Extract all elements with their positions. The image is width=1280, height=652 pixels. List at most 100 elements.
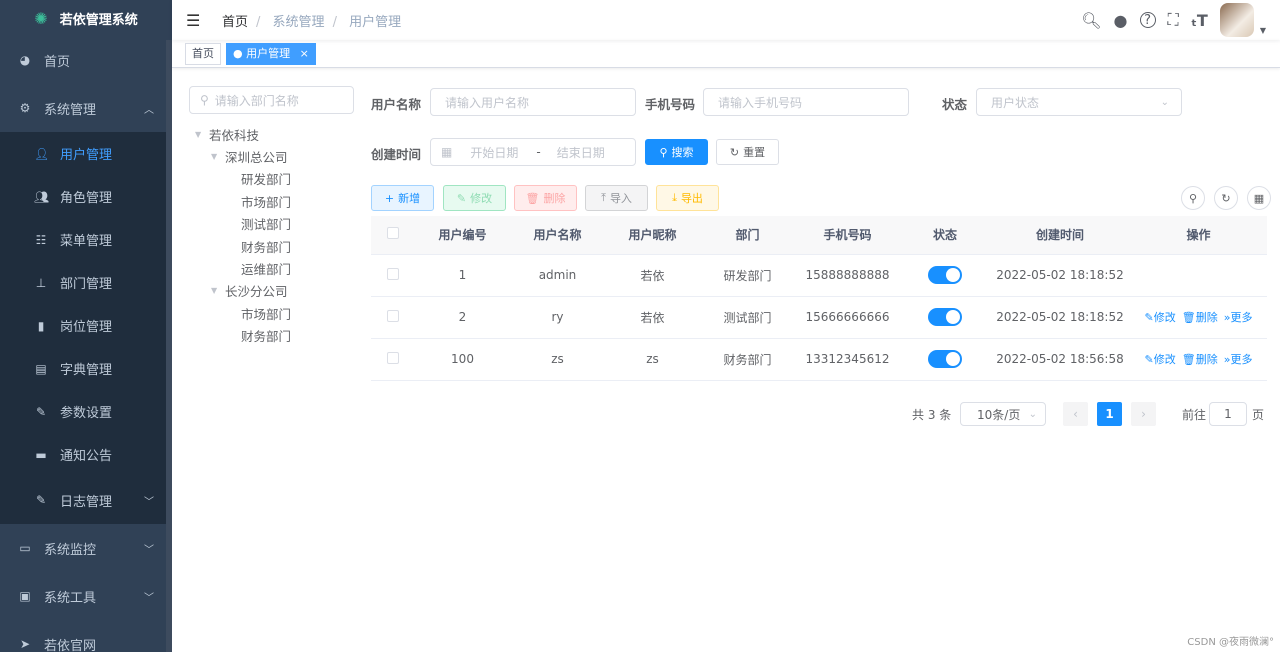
phone-label: 手机号码	[645, 97, 696, 112]
username-input[interactable]: 请输入用户名称	[430, 88, 636, 116]
edit-button[interactable]: ✎ 修改	[443, 185, 506, 211]
row-checkbox[interactable]	[371, 296, 415, 339]
tree-node[interactable]: ▼ 若依科技	[189, 123, 354, 145]
table-row: 2 ry 若依 测试部门 15666666666 2022-05-02 18:1…	[371, 296, 1267, 339]
tag-user-management[interactable]: ● 用户管理 ×	[226, 42, 316, 65]
sidebar-item[interactable]: ✎ 日志管理 ﹀	[0, 476, 172, 524]
edit-icon: ✎	[35, 404, 47, 419]
avatar[interactable]	[1219, 3, 1254, 37]
import-button[interactable]: ⤒ 导入	[585, 185, 648, 211]
status-label: 状态	[942, 97, 968, 112]
sidebar-item-label: 系统监控	[44, 542, 97, 558]
tree-node[interactable]: 运维部门	[189, 257, 354, 279]
search-button[interactable]: ⚲ 搜索	[645, 139, 708, 165]
hamburger-icon[interactable]: ☰	[186, 11, 202, 30]
sidebar-item[interactable]: ☷ 菜单管理	[0, 218, 172, 261]
sidebar-item-label: 菜单管理	[60, 234, 113, 249]
cell-username: admin	[510, 254, 605, 297]
export-button[interactable]: ⤓ 导出	[656, 185, 719, 211]
sidebar-item[interactable]: ▮ 岗位管理	[0, 304, 172, 347]
refresh-icon[interactable]: ↻	[1214, 186, 1238, 210]
refresh-icon: ↻	[729, 145, 740, 159]
next-page-button[interactable]: ›	[1131, 402, 1156, 426]
status-toggle[interactable]	[928, 308, 962, 326]
tool-icon: ▣	[19, 589, 31, 603]
sidebar-item[interactable]: ▤ 字典管理	[0, 347, 172, 390]
sidebar-item[interactable]: ▭ 系统监控 ﹀	[0, 524, 172, 572]
sidebar-item-label: 参数设置	[60, 406, 113, 421]
more-link[interactable]: »更多	[1224, 353, 1253, 366]
delete-link[interactable]: 🗑︎删除	[1182, 311, 1218, 324]
goto-page-input[interactable]: 1	[1209, 402, 1247, 426]
tree-node-label: 研发部门	[241, 172, 292, 188]
page-size-select[interactable]: 10条/页 ⌄	[960, 402, 1046, 426]
edit-link[interactable]: ✎修改	[1145, 353, 1176, 366]
sidebar-item[interactable]: ⚙ 系统管理 ︿	[0, 84, 172, 132]
tree-node[interactable]: 市场部门	[189, 302, 354, 324]
start-date[interactable]: 开始日期	[470, 144, 518, 161]
row-checkbox[interactable]	[371, 254, 415, 297]
tag-label: 用户管理	[246, 46, 291, 60]
close-icon[interactable]: ×	[300, 47, 309, 60]
breadcrumb-item[interactable]: 首页	[222, 15, 248, 30]
breadcrumb-item[interactable]: 系统管理	[273, 15, 325, 30]
tree-node-label: 深圳总公司	[225, 150, 288, 166]
status-toggle[interactable]	[928, 266, 962, 284]
reset-button[interactable]: ↻ 重置	[716, 139, 779, 165]
cell-status	[900, 296, 990, 339]
delete-button[interactable]: 🗑︎ 删除	[514, 185, 577, 211]
edit-link[interactable]: ✎修改	[1145, 311, 1176, 324]
sidebar-item-label: 部门管理	[60, 277, 113, 292]
tree-node[interactable]: 市场部门	[189, 190, 354, 212]
sidebar-item-label: 系统工具	[44, 590, 97, 606]
select-all-checkbox[interactable]	[371, 216, 415, 255]
tree-node[interactable]: 测试部门	[189, 213, 354, 235]
tree-node[interactable]: ▼ 深圳总公司	[189, 145, 354, 167]
sidebar-item[interactable]: ▬ 通知公告	[0, 433, 172, 476]
phone-input[interactable]: 请输入手机号码	[703, 88, 909, 116]
logo[interactable]: ✺ 若依管理系统	[0, 0, 172, 36]
tree-node[interactable]: 财务部门	[189, 325, 354, 347]
status-select[interactable]: 用户状态 ⌄	[976, 88, 1182, 116]
chevron-down-icon: ⌄	[1160, 96, 1169, 108]
columns-icon[interactable]: ▦	[1247, 186, 1271, 210]
prev-page-button[interactable]: ‹	[1063, 402, 1088, 426]
tree-node[interactable]: ▼ 长沙分公司	[189, 280, 354, 302]
page-number[interactable]: 1	[1097, 402, 1122, 426]
tag-home[interactable]: 首页	[185, 42, 221, 65]
caret-down-icon[interactable]: ▼	[1260, 26, 1266, 35]
status-toggle[interactable]	[928, 350, 962, 368]
sidebar-item[interactable]: ⊥ 部门管理	[0, 261, 172, 304]
search-icon: ⚲	[200, 93, 209, 107]
dept-search-input[interactable]: ⚲ 请输入部门名称	[189, 86, 354, 114]
tree-node[interactable]: 财务部门	[189, 235, 354, 257]
help-icon[interactable]: ?	[1139, 12, 1156, 28]
date-range-picker[interactable]: ▦ 开始日期 - 结束日期	[430, 138, 636, 166]
row-checkbox[interactable]	[371, 338, 415, 381]
sidebar-item[interactable]: ✎ 参数设置	[0, 390, 172, 433]
more-link[interactable]: »更多	[1224, 311, 1253, 324]
sidebar-item[interactable]: 👤︎ 用户管理	[0, 132, 172, 175]
sidebar-item[interactable]: ➤ 若依官网	[0, 620, 172, 652]
tree-node[interactable]: 研发部门	[189, 168, 354, 190]
label: 删除	[543, 192, 566, 205]
cell-actions	[1130, 254, 1267, 297]
fullscreen-icon[interactable]: ⛶	[1168, 10, 1179, 30]
sidebar-item[interactable]: ▣ 系统工具 ﹀	[0, 572, 172, 620]
placeholder: 请输入部门名称	[214, 93, 299, 108]
delete-link[interactable]: 🗑︎删除	[1182, 353, 1218, 366]
sidebar-item[interactable]: ◕ 首页	[0, 36, 172, 84]
toggle-search-icon[interactable]: ⚲	[1181, 186, 1205, 210]
font-size-icon[interactable]: ₜT	[1191, 11, 1208, 30]
sidebar-item[interactable]: 👥︎ 角色管理	[0, 175, 172, 218]
add-button[interactable]: + 新增	[371, 185, 434, 211]
cell-create-time: 2022-05-02 18:18:52	[990, 254, 1130, 297]
caret-down-icon: ▼	[211, 286, 218, 296]
sidebar-scrollbar[interactable]	[166, 40, 172, 652]
cell-phone: 15888888888	[795, 254, 900, 297]
sidebar-item-label: 字典管理	[60, 363, 113, 378]
end-date[interactable]: 结束日期	[557, 144, 605, 161]
download-icon: ⤓	[672, 191, 677, 204]
search-icon[interactable]: 🔍︎	[1081, 11, 1101, 30]
github-icon[interactable]: ●	[1114, 11, 1128, 30]
